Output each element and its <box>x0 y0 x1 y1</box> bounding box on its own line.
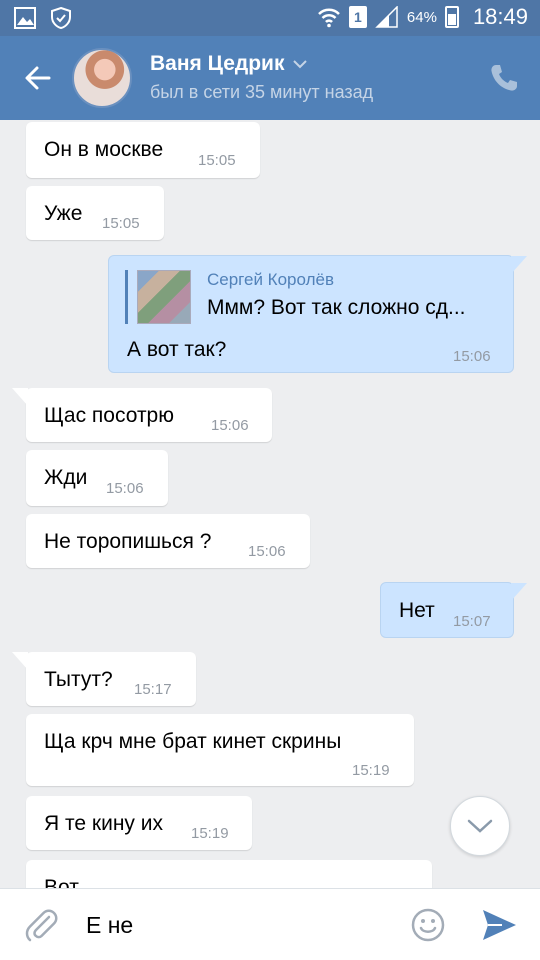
message-bubble[interactable]: Он в москве 15:05 <box>26 122 260 178</box>
call-button[interactable] <box>488 62 520 94</box>
message-text: А вот так? <box>127 338 227 361</box>
battery-percent: 64% <box>406 8 437 26</box>
message-time: 15:06 <box>211 417 249 434</box>
contact-status: был в сети 35 минут назад <box>150 82 374 102</box>
reply-accent-bar <box>125 270 128 324</box>
back-arrow-icon <box>25 66 51 90</box>
message-bubble[interactable]: Ща крч мне брат кинет скрины 15:19 <box>26 714 414 786</box>
back-button[interactable] <box>18 58 58 98</box>
message-bubble[interactable]: Не торопишься ? 15:06 <box>26 514 310 568</box>
clock: 18:49 <box>472 4 528 29</box>
message-bubble[interactable]: Нет 15:07 <box>380 582 527 638</box>
sim-badge: 1 <box>348 6 367 28</box>
contact-name-label: Ваня Цедрик <box>150 52 285 75</box>
message-time: 15:05 <box>102 215 140 232</box>
message-text: Он в москве <box>44 138 164 161</box>
send-button[interactable] <box>480 907 518 943</box>
contact-name[interactable]: Ваня Цедрик <box>150 52 308 76</box>
message-list[interactable]: Он в москве 15:05 Уже 15:05 Сергей Корол… <box>0 120 540 888</box>
message-bubble[interactable]: Жди 15:06 <box>26 450 168 506</box>
reply-text: Ммм? Вот так сложно сд... <box>207 296 466 319</box>
message-text: Не торопишься ? <box>44 530 212 553</box>
message-bubble[interactable]: Уже 15:05 <box>26 186 164 240</box>
emoji-icon <box>411 908 445 942</box>
message-text: Тытут? <box>44 668 113 691</box>
paperclip-icon <box>25 909 58 942</box>
message-input[interactable] <box>86 905 386 945</box>
chevron-down-icon <box>467 819 493 833</box>
wifi-icon <box>318 8 340 28</box>
message-time: 15:06 <box>453 348 491 365</box>
message-text: Ща крч мне брат кинет скрины <box>44 730 342 753</box>
shield-icon <box>51 7 71 29</box>
message-text: Щас посотрю <box>44 404 174 427</box>
message-time: 15:19 <box>352 762 390 779</box>
phone-icon <box>491 65 517 91</box>
chevron-down-icon <box>293 60 308 69</box>
message-text: Уже <box>44 202 83 225</box>
status-bar: 1 64% 18:49 <box>0 0 540 36</box>
message-time: 15:07 <box>453 613 491 630</box>
signal-icon <box>375 6 398 28</box>
message-time: 15:05 <box>198 152 236 169</box>
message-text: Вот <box>44 876 79 888</box>
message-bubble-reply[interactable]: Сергей Королёв Ммм? Вот так сложно сд...… <box>108 255 527 373</box>
reply-author: Сергей Королёв <box>207 270 334 289</box>
scroll-down-button[interactable] <box>450 796 510 856</box>
message-text: Нет <box>399 599 435 622</box>
message-time: 15:06 <box>248 543 286 560</box>
message-composer <box>0 888 540 960</box>
message-text: Жди <box>44 466 88 489</box>
message-bubble[interactable]: Вот <box>26 860 432 888</box>
avatar[interactable] <box>72 48 132 108</box>
gallery-icon <box>14 7 36 29</box>
message-text: Я те кину их <box>44 812 163 835</box>
attach-button[interactable] <box>24 907 60 943</box>
battery-icon <box>444 6 459 28</box>
reply-thumbnail[interactable] <box>137 270 191 324</box>
message-bubble[interactable]: Я те кину их 15:19 <box>26 796 252 850</box>
message-bubble[interactable]: Щас посотрю 15:06 <box>12 388 272 442</box>
chat-header: Ваня Цедрик был в сети 35 минут назад <box>0 36 540 120</box>
send-icon <box>483 910 516 940</box>
message-bubble[interactable]: Тытут? 15:17 <box>12 652 196 706</box>
message-time: 15:17 <box>134 681 172 698</box>
emoji-button[interactable] <box>410 907 446 943</box>
message-time: 15:06 <box>106 480 144 497</box>
message-time: 15:19 <box>191 825 229 842</box>
